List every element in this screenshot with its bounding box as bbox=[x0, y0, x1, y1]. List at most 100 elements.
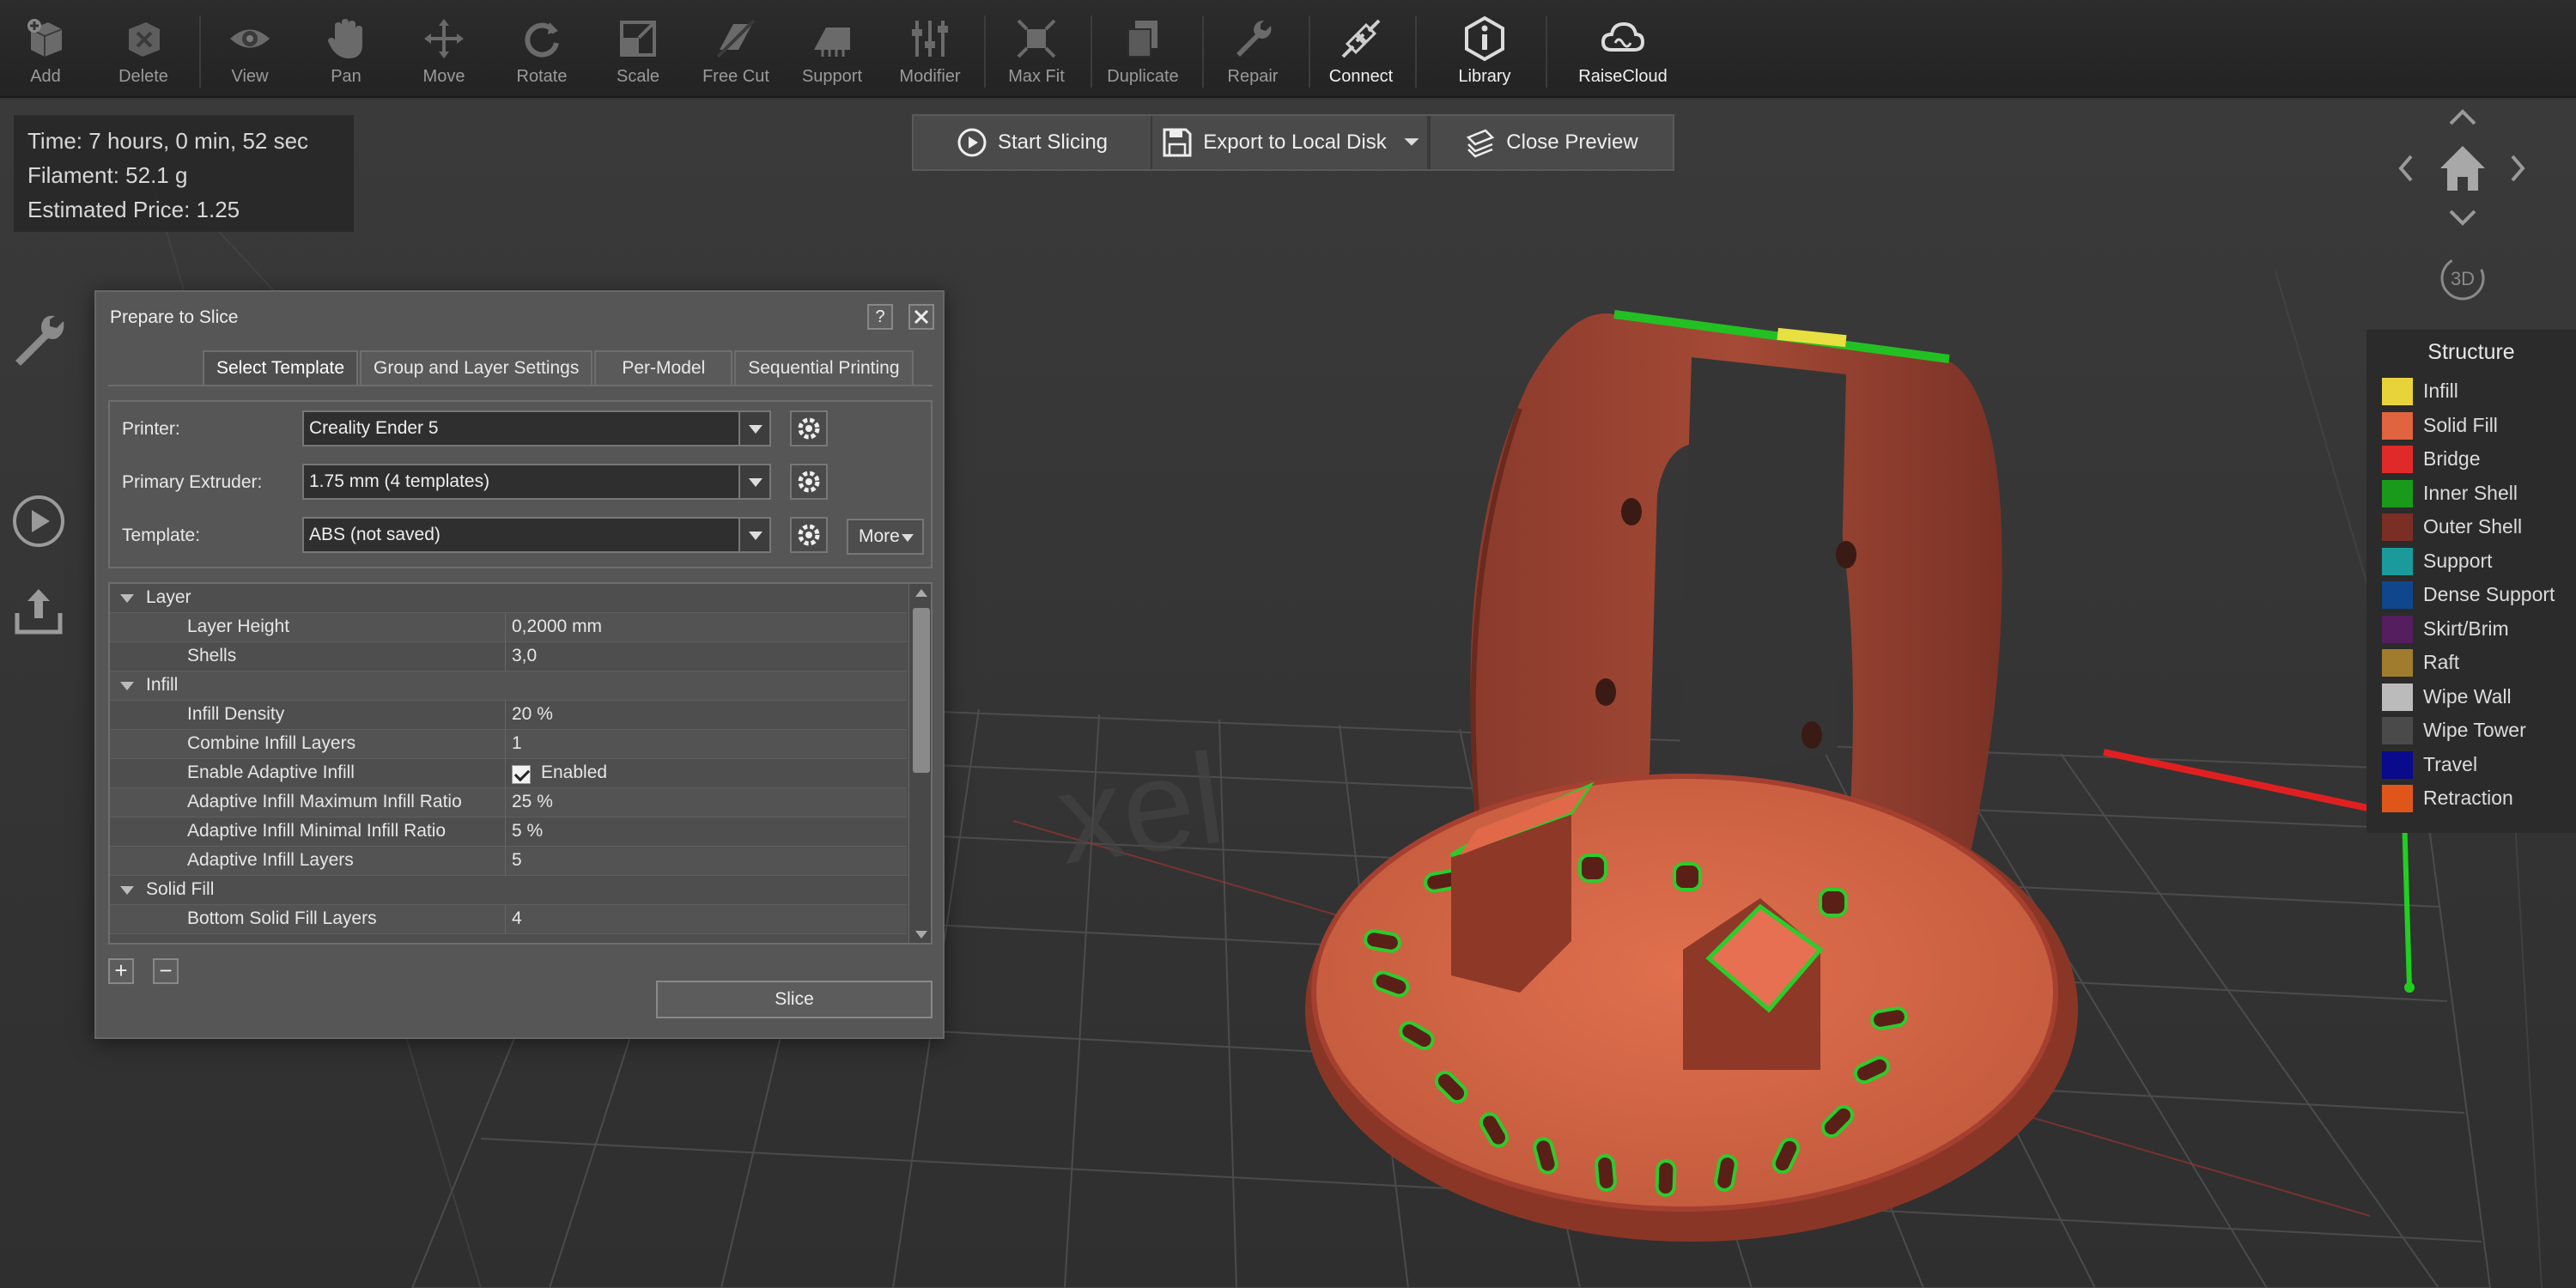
start-slicing-button[interactable]: Start Slicing bbox=[914, 116, 1152, 169]
settings-section-row[interactable]: Infill bbox=[110, 671, 907, 701]
legend-swatch bbox=[2382, 615, 2413, 643]
slice-button[interactable]: Slice bbox=[656, 981, 933, 1018]
settings-row[interactable]: Layer Height 0,2000 mm bbox=[110, 613, 907, 642]
settings-row[interactable]: Bottom Solid Fill Layers 4 bbox=[110, 905, 907, 934]
setting-name: Solid Fill bbox=[146, 879, 215, 899]
home-view-icon[interactable] bbox=[2440, 146, 2485, 191]
duplicate-button[interactable]: Duplicate bbox=[1097, 12, 1188, 94]
settings-row[interactable]: Enable Adaptive Infill Enabled bbox=[110, 759, 907, 788]
play-circle-rail-icon[interactable] bbox=[7, 489, 70, 553]
setting-value[interactable]: 0,2000 mm bbox=[512, 617, 602, 637]
collapse-all-button[interactable]: − bbox=[153, 958, 179, 984]
scale-button[interactable]: Scale bbox=[592, 12, 683, 94]
template-select[interactable]: ABS (not saved) bbox=[302, 517, 771, 553]
scroll-down-icon[interactable] bbox=[915, 931, 927, 939]
setting-name: Infill bbox=[146, 675, 179, 695]
legend-label: Dense Support bbox=[2423, 583, 2555, 605]
setting-value[interactable]: 1 bbox=[512, 733, 522, 754]
nav-down-icon[interactable] bbox=[2449, 210, 2476, 226]
library-button[interactable]: Library bbox=[1439, 12, 1530, 94]
tab-per-model[interactable]: Per-Model bbox=[594, 350, 733, 385]
setting-value[interactable]: 20 % bbox=[512, 704, 553, 725]
setting-name: Adaptive Infill Layers bbox=[187, 850, 354, 870]
setting-value[interactable]: Enabled bbox=[512, 762, 608, 784]
pan-button[interactable]: Pan bbox=[301, 12, 392, 94]
extruder-settings-button[interactable] bbox=[790, 464, 828, 500]
wrench-tool-icon[interactable] bbox=[7, 309, 70, 373]
add-button[interactable]: Add bbox=[0, 12, 91, 94]
more-button[interactable]: More bbox=[847, 519, 924, 555]
estimated-price: Estimated Price: 1.25 bbox=[27, 197, 240, 222]
legend-item: Outer Shell bbox=[2366, 510, 2576, 544]
setting-name: Infill Density bbox=[187, 704, 285, 724]
legend-item: Wipe Tower bbox=[2366, 714, 2576, 748]
expand-triangle-icon[interactable] bbox=[120, 886, 134, 895]
raisecloud-button[interactable]: RaiseCloud bbox=[1577, 12, 1669, 94]
legend-item: Raft bbox=[2366, 646, 2576, 680]
checkbox-label: Enabled bbox=[541, 762, 608, 782]
legend-swatch bbox=[2382, 683, 2413, 711]
setting-value[interactable]: 3,0 bbox=[512, 646, 537, 666]
tab-sequential-printing[interactable]: Sequential Printing bbox=[734, 350, 914, 385]
settings-section-row[interactable]: Solid Fill bbox=[110, 876, 907, 905]
move-button[interactable]: Move bbox=[398, 12, 489, 94]
connect-button[interactable]: Connect bbox=[1315, 12, 1406, 94]
help-button[interactable]: ? bbox=[867, 304, 893, 330]
export-to-local-disk-button[interactable]: Export to Local Disk bbox=[1152, 116, 1396, 169]
settings-row[interactable]: Adaptive Infill Minimal Infill Ratio 5 % bbox=[110, 817, 907, 847]
printer-select[interactable]: Creality Ender 5 bbox=[302, 410, 771, 447]
view-button[interactable]: View bbox=[204, 12, 295, 94]
close-preview-button[interactable]: Close Preview bbox=[1429, 116, 1673, 169]
printer-settings-button[interactable] bbox=[790, 410, 828, 447]
template-settings-button[interactable] bbox=[790, 517, 828, 553]
expand-all-button[interactable]: + bbox=[108, 958, 134, 984]
legend-label: Travel bbox=[2423, 752, 2478, 775]
play-circle-icon bbox=[957, 128, 987, 157]
nav-right-icon[interactable] bbox=[2511, 155, 2525, 182]
primary-extruder-select[interactable]: 1.75 mm (4 templates) bbox=[302, 464, 771, 500]
nav-up-icon[interactable] bbox=[2449, 109, 2476, 125]
free-cut-button[interactable]: Free Cut bbox=[690, 12, 781, 94]
upload-icon[interactable] bbox=[7, 580, 70, 644]
nav-left-icon[interactable] bbox=[2398, 155, 2413, 182]
adaptive-infill-checkbox[interactable] bbox=[512, 765, 531, 784]
close-dialog-button[interactable] bbox=[908, 304, 934, 330]
modifier-button[interactable]: Modifier bbox=[884, 12, 975, 94]
chevron-down-icon bbox=[1404, 138, 1419, 146]
template-label: Template: bbox=[122, 526, 201, 545]
setting-value[interactable]: 4 bbox=[512, 908, 522, 929]
setting-value[interactable]: 25 % bbox=[512, 792, 553, 812]
legend-item: Wipe Wall bbox=[2366, 680, 2576, 714]
expand-triangle-icon[interactable] bbox=[120, 682, 134, 690]
settings-row[interactable]: Infill Density 20 % bbox=[110, 701, 907, 730]
tab-select-template[interactable]: Select Template bbox=[203, 350, 359, 385]
repair-button[interactable]: Repair bbox=[1207, 12, 1298, 94]
cloud-icon bbox=[1601, 21, 1645, 52]
scroll-up-icon[interactable] bbox=[915, 589, 927, 597]
settings-row[interactable]: Adaptive Infill Layers 5 bbox=[110, 847, 907, 876]
setting-value[interactable]: 5 bbox=[512, 850, 522, 871]
rotate-icon bbox=[525, 22, 559, 58]
settings-section-row[interactable]: Layer bbox=[110, 584, 907, 613]
legend-label: Raft bbox=[2423, 651, 2460, 673]
max-fit-button[interactable]: Max Fit bbox=[991, 12, 1082, 94]
delete-button[interactable]: Delete bbox=[98, 12, 189, 94]
setting-value[interactable]: 5 % bbox=[512, 821, 543, 841]
legend-item: Skirt/Brim bbox=[2366, 612, 2576, 647]
settings-row[interactable]: Adaptive Infill Maximum Infill Ratio 25 % bbox=[110, 788, 907, 817]
export-options-dropdown[interactable] bbox=[1396, 116, 1429, 169]
settings-row[interactable]: Shells 3,0 bbox=[110, 642, 907, 671]
filament-weight: Filament: 52.1 g bbox=[27, 162, 188, 188]
legend-swatch bbox=[2382, 411, 2413, 440]
expand-triangle-icon[interactable] bbox=[120, 594, 134, 603]
legend-swatch bbox=[2382, 581, 2413, 609]
settings-row[interactable]: Combine Infill Layers 1 bbox=[110, 730, 907, 759]
gear-icon bbox=[798, 417, 820, 440]
tab-group-and-layer-settings[interactable]: Group and Layer Settings bbox=[360, 350, 593, 385]
rotate-button[interactable]: Rotate bbox=[496, 12, 587, 94]
legend-swatch bbox=[2382, 750, 2413, 779]
support-button[interactable]: Support bbox=[787, 12, 878, 94]
close-icon bbox=[914, 309, 929, 325]
settings-scrollbar[interactable] bbox=[908, 584, 931, 943]
scroll-thumb[interactable] bbox=[913, 608, 930, 773]
